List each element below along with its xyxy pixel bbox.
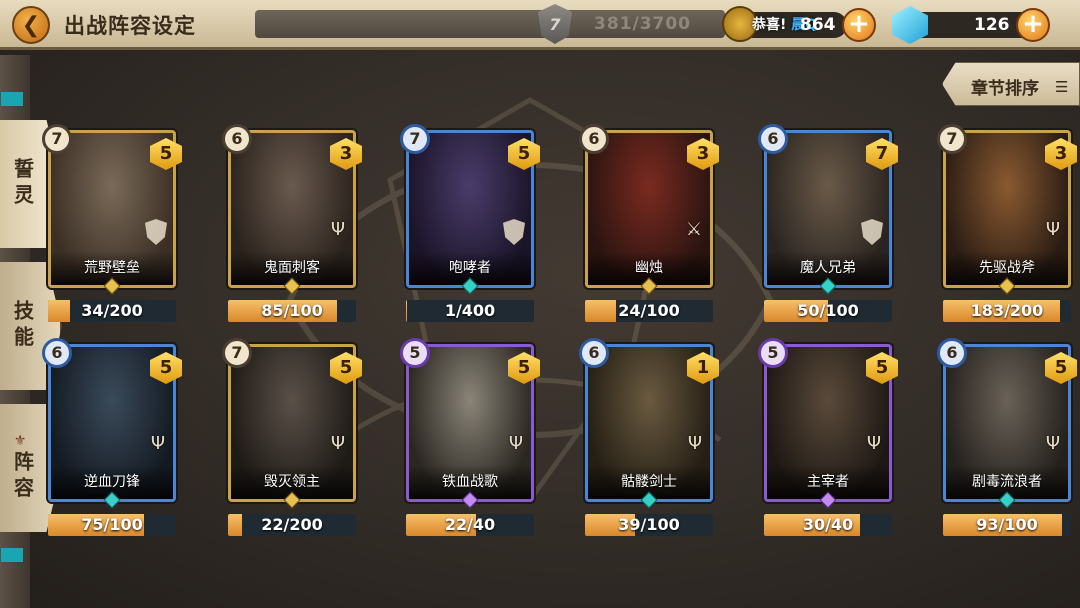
trident-icon: Ψ [508,433,523,454]
lineup-icon: ⚜ [13,433,33,449]
add-coins-button[interactable]: + [842,8,876,42]
notice-prefix: 恭喜! [752,17,787,33]
shard-progress-text: 85/100 [261,301,323,320]
shard-progress-bar: 30/40 [764,514,892,536]
card-name: 逆血刀锋 [84,474,140,490]
tab-lineup-label: 阵容 [10,451,35,503]
cost-badge: 6 [579,124,609,154]
cost-badge: 7 [400,124,430,154]
shard-progress-bar: 34/200 [48,300,176,322]
list-icon: ☰ [1055,78,1069,96]
rail-gem-decoration [1,548,23,562]
shard-progress-text: 50/100 [797,301,859,320]
cost-badge: 7 [937,124,967,154]
shard-progress-bar: 24/100 [585,300,713,322]
cost-badge: 5 [400,338,430,368]
cost-badge: 6 [758,124,788,154]
shard-progress-text: 75/100 [81,515,143,534]
trident-icon: Ψ [1045,433,1060,454]
cost-badge: 6 [222,124,252,154]
top-bar: ❮ 出战阵容设定 7 381/3700 恭喜! 晨Q 864 + 126 + [0,0,1080,50]
rail-gem-decoration [1,92,23,106]
tab-skills-label: 技能 [10,300,35,352]
cost-badge: 5 [758,338,788,368]
cost-badge: 6 [42,338,72,368]
card-name: 毁灭领主 [264,474,320,490]
card-name: 骷髅剑士 [621,474,677,490]
trident-icon: Ψ [687,433,702,454]
page-title: 出战阵容设定 [64,14,196,38]
shard-progress-text: 22/40 [444,515,496,534]
shard-progress-text: 183/200 [970,301,1044,320]
gem-value: 126 [974,15,1010,35]
sort-label: 章节排序 [971,79,1039,99]
trident-icon: Ψ [150,433,165,454]
coin-value: 864 [800,15,836,35]
shard-progress-bar: 50/100 [764,300,892,322]
trident-icon: Ψ [330,433,345,454]
card-name: 鬼面刺客 [264,260,320,276]
sword-icon: ⚔ [685,219,702,240]
shard-progress-bar: 39/100 [585,514,713,536]
shard-progress-text: 39/100 [618,515,680,534]
card-name: 咆哮者 [449,260,491,276]
card-name: 剧毒流浪者 [972,474,1042,490]
shard-progress-bar: 22/200 [228,514,356,536]
shard-progress-text: 93/100 [976,515,1038,534]
stamina-shield-icon: 7 [538,4,572,44]
card-name: 主宰者 [807,474,849,490]
trident-icon: Ψ [866,433,881,454]
shard-progress-text: 1/400 [444,301,496,320]
back-arrow-icon[interactable]: ❮ [12,6,50,44]
card-name: 先驱战斧 [979,260,1035,276]
shard-progress-bar: 22/40 [406,514,534,536]
shard-progress-bar: 1/400 [406,300,534,322]
shard-progress-text: 30/40 [802,515,854,534]
cost-badge: 6 [937,338,967,368]
shard-progress-bar: 85/100 [228,300,356,322]
shard-progress-text: 24/100 [618,301,680,320]
cost-badge: 7 [42,124,72,154]
shard-progress-bar: 93/100 [943,514,1071,536]
trident-icon: Ψ [330,219,345,240]
stamina-value: 381/3700 [594,14,692,34]
shard-progress-text: 34/200 [81,301,143,320]
trident-icon: Ψ [1045,219,1060,240]
cost-badge: 7 [222,338,252,368]
shard-progress-text: 22/200 [261,515,323,534]
cost-badge: 6 [579,338,609,368]
shard-progress-bar: 75/100 [48,514,176,536]
card-name: 魔人兄弟 [800,260,856,276]
chapter-sort-button[interactable]: 章节排序 ☰ [942,62,1080,106]
card-name: 幽烛 [635,260,663,276]
card-name: 铁血战歌 [442,474,498,490]
add-gems-button[interactable]: + [1016,8,1050,42]
card-name: 荒野壁垒 [84,260,140,276]
shard-progress-bar: 183/200 [943,300,1071,322]
tab-spirits-label: 誓灵 [10,158,35,210]
